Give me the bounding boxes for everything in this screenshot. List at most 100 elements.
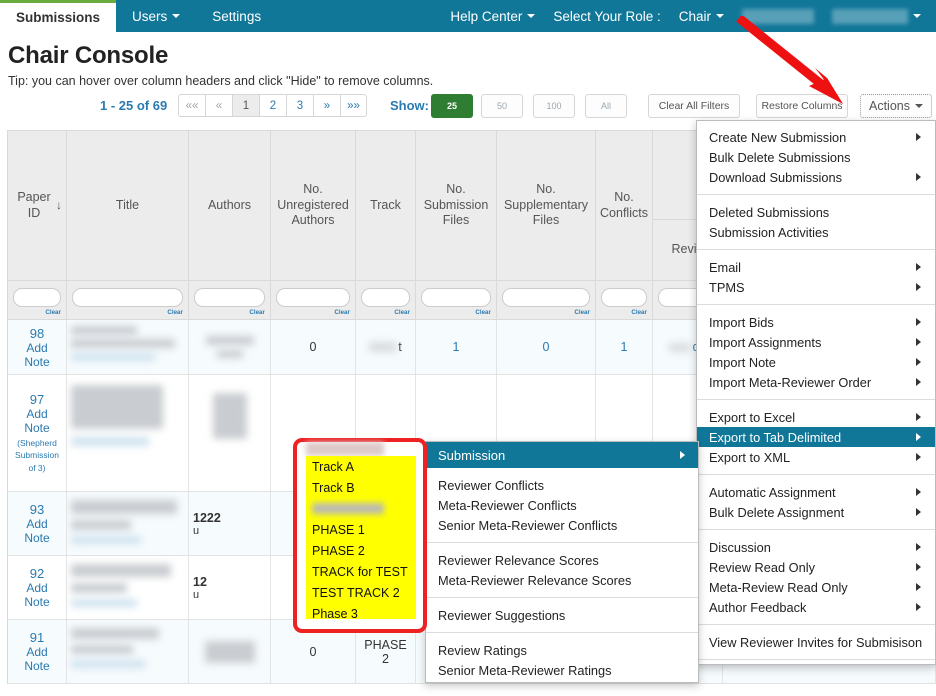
- cell-authors: 1222 u: [189, 492, 271, 555]
- page-size-100[interactable]: 100: [533, 94, 575, 118]
- menu-item-import-assignments[interactable]: Import Assignments: [697, 332, 935, 352]
- page-first-button[interactable]: ««: [178, 94, 205, 117]
- track-option-track-for-test[interactable]: TRACK for TEST: [306, 561, 416, 582]
- nav-redacted-item-2[interactable]: [823, 9, 930, 24]
- filter-clear-unregistered-authors[interactable]: Clear: [334, 309, 349, 316]
- menu-item-export-to-xml[interactable]: Export to XML: [697, 447, 935, 467]
- paper-id-link[interactable]: 98: [30, 326, 44, 341]
- track-option-track-b[interactable]: Track B: [306, 477, 416, 498]
- filter-clear-authors[interactable]: Clear: [249, 309, 264, 316]
- clear-all-filters-button[interactable]: Clear All Filters: [648, 94, 740, 118]
- column-header-title[interactable]: Title: [67, 131, 189, 280]
- menu-item-import-bids[interactable]: Import Bids: [697, 312, 935, 332]
- track-option-redacted[interactable]: [306, 498, 416, 519]
- menu-item-export-to-tab-delimited[interactable]: Export to Tab Delimited: [697, 427, 935, 447]
- filter-clear-track[interactable]: Clear: [394, 309, 409, 316]
- track-option-phase-3[interactable]: Phase 3: [306, 603, 416, 624]
- track-option-test-track-2[interactable]: TEST TRACK 2: [306, 582, 416, 603]
- menu-item-bulk-delete-assignment[interactable]: Bulk Delete Assignment: [697, 502, 935, 522]
- filter-input-title[interactable]: [72, 288, 183, 307]
- submenu-item-reviewer-conflicts[interactable]: Reviewer Conflicts: [426, 475, 698, 495]
- menu-item-meta-review-read-only[interactable]: Meta-Review Read Only: [697, 577, 935, 597]
- column-header-unregistered-authors[interactable]: No. Unregistered Authors: [271, 131, 356, 280]
- submenu-item-reviewer-relevance-scores[interactable]: Reviewer Relevance Scores: [426, 550, 698, 570]
- menu-item-automatic-assignment[interactable]: Automatic Assignment: [697, 482, 935, 502]
- filter-input-track[interactable]: [361, 288, 410, 307]
- filter-input-submission-files[interactable]: [421, 288, 491, 307]
- page-size-25[interactable]: 25: [431, 94, 473, 118]
- cell-title: [67, 320, 189, 374]
- nav-redacted-item-1[interactable]: [733, 9, 823, 24]
- column-header-track[interactable]: Track: [356, 131, 416, 280]
- add-note-link[interactable]: Add Note: [12, 341, 62, 369]
- submenu-item-senior-meta-reviewer-conflicts[interactable]: Senior Meta-Reviewer Conflicts: [426, 515, 698, 535]
- menu-item-download-submissions[interactable]: Download Submissions: [697, 167, 935, 187]
- menu-item-create-new-submission[interactable]: Create New Submission: [697, 127, 935, 147]
- pagination-controls: «« « 1 2 3 » »»: [178, 94, 367, 117]
- column-header-conflicts[interactable]: No. Conflicts: [596, 131, 653, 280]
- page-number-2[interactable]: 2: [259, 94, 286, 117]
- menu-item-import-meta-reviewer-order[interactable]: Import Meta-Reviewer Order: [697, 372, 935, 392]
- page-prev-button[interactable]: «: [205, 94, 232, 117]
- submenu-item-meta-reviewer-conflicts[interactable]: Meta-Reviewer Conflicts: [426, 495, 698, 515]
- page-next-button[interactable]: »: [313, 94, 340, 117]
- submenu-header-submission[interactable]: Submission: [426, 442, 698, 468]
- submenu-item-reviewer-suggestions[interactable]: Reviewer Suggestions: [426, 605, 698, 625]
- column-header-authors[interactable]: Authors: [189, 131, 271, 280]
- submenu-item-meta-reviewer-relevance-scores[interactable]: Meta-Reviewer Relevance Scores: [426, 570, 698, 590]
- restore-columns-button[interactable]: Restore Columns: [756, 94, 848, 118]
- cell-title: [67, 375, 189, 491]
- column-header-paper-id[interactable]: Paper ID↓: [8, 131, 67, 280]
- filter-clear-submission-files[interactable]: Clear: [475, 309, 490, 316]
- filter-input-unregistered-authors[interactable]: [276, 288, 350, 307]
- menu-item-view-reviewer-invites[interactable]: View Reviewer Invites for Submisison: [697, 632, 935, 652]
- page-number-1[interactable]: 1: [232, 94, 259, 117]
- menu-item-bulk-delete-submissions[interactable]: Bulk Delete Submissions: [697, 147, 935, 167]
- paper-id-link[interactable]: 93: [30, 502, 44, 517]
- page-last-button[interactable]: »»: [340, 94, 367, 117]
- paper-id-link[interactable]: 97: [30, 392, 44, 407]
- paper-id-link[interactable]: 91: [30, 630, 44, 645]
- filter-clear-supplementary-files[interactable]: Clear: [574, 309, 589, 316]
- submenu-item-review-ratings[interactable]: Review Ratings: [426, 640, 698, 660]
- nav-role-chair[interactable]: Chair: [670, 9, 733, 24]
- track-option-track-a[interactable]: Track A: [306, 456, 416, 477]
- track-option-phase-2[interactable]: PHASE 2: [306, 540, 416, 561]
- filter-input-supplementary-files[interactable]: [502, 288, 590, 307]
- nav-tab-users[interactable]: Users: [116, 0, 196, 32]
- menu-item-deleted-submissions[interactable]: Deleted Submissions: [697, 202, 935, 222]
- filter-clear-conflicts[interactable]: Clear: [631, 309, 646, 316]
- menu-item-import-note[interactable]: Import Note: [697, 352, 935, 372]
- add-note-link[interactable]: Add Note: [12, 517, 62, 545]
- menu-item-tpms[interactable]: TPMS: [697, 277, 935, 297]
- menu-item-label: Import Meta-Reviewer Order: [709, 375, 871, 390]
- track-option-phase-1[interactable]: PHASE 1: [306, 519, 416, 540]
- add-note-link[interactable]: Add Note: [12, 581, 62, 609]
- page-size-all[interactable]: All: [585, 94, 627, 118]
- page-size-50[interactable]: 50: [481, 94, 523, 118]
- nav-tab-submissions[interactable]: Submissions: [0, 0, 116, 32]
- filter-input-conflicts[interactable]: [601, 288, 647, 307]
- paper-id-link[interactable]: 92: [30, 566, 44, 581]
- page-number-3[interactable]: 3: [286, 94, 313, 117]
- nav-tab-settings[interactable]: Settings: [196, 0, 277, 32]
- add-note-link[interactable]: Add Note: [12, 407, 62, 435]
- menu-item-discussion[interactable]: Discussion: [697, 537, 935, 557]
- filter-input-authors[interactable]: [194, 288, 265, 307]
- redacted-author-block: [205, 641, 255, 663]
- filter-clear-title[interactable]: Clear: [167, 309, 182, 316]
- add-note-link[interactable]: Add Note: [12, 645, 62, 673]
- filter-input-paper-id[interactable]: [13, 288, 61, 307]
- track-options-highlight: Track A Track B PHASE 1 PHASE 2 TRACK fo…: [306, 456, 416, 619]
- column-header-submission-files[interactable]: No. Submission Files: [416, 131, 497, 280]
- menu-item-email[interactable]: Email: [697, 257, 935, 277]
- actions-button[interactable]: Actions: [860, 94, 932, 118]
- menu-item-export-to-excel[interactable]: Export to Excel: [697, 407, 935, 427]
- submenu-item-senior-meta-reviewer-ratings[interactable]: Senior Meta-Reviewer Ratings: [426, 660, 698, 680]
- column-header-supplementary-files[interactable]: No. Supplementary Files: [497, 131, 596, 280]
- nav-help-center[interactable]: Help Center: [441, 9, 544, 24]
- menu-item-submission-activities[interactable]: Submission Activities: [697, 222, 935, 242]
- menu-item-review-read-only[interactable]: Review Read Only: [697, 557, 935, 577]
- menu-item-author-feedback[interactable]: Author Feedback: [697, 597, 935, 617]
- filter-clear-paper-id[interactable]: Clear: [45, 309, 60, 316]
